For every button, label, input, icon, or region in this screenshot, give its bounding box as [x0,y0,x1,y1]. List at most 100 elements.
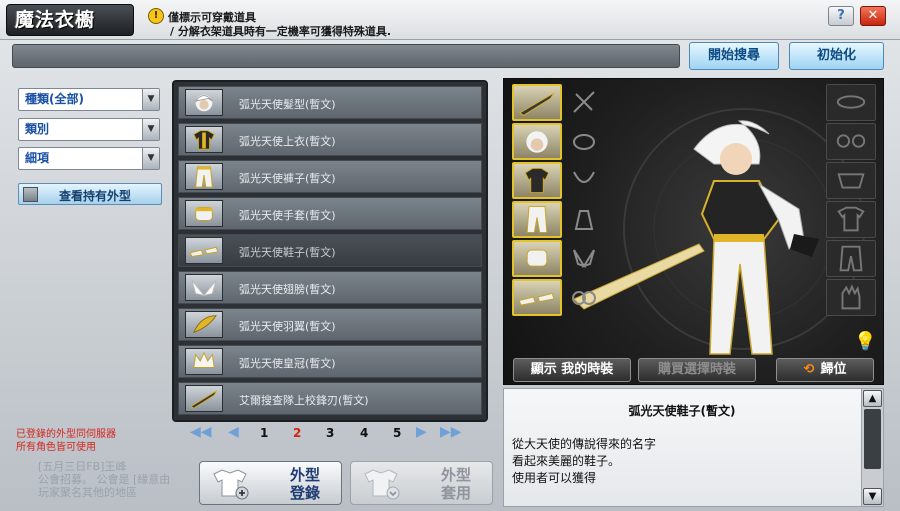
category-dropdown-value: 類別 [25,122,50,136]
type-dropdown[interactable]: 種類(全部) ▼ [18,88,160,111]
item-name: 弧光天使上衣(暫文) [239,135,336,148]
item-name: 弧光天使鞋子(暫文) [239,246,336,259]
page-1[interactable]: 1 [260,426,268,440]
buy-selected-button[interactable]: 購買選擇時裝 [638,358,756,382]
scroll-down-icon[interactable]: ▼ [863,488,882,505]
pager: ◀◀ ◀ 1 2 3 4 5 ▶ ▶▶ [190,424,480,444]
equipped-hair-slot[interactable] [512,123,562,160]
chevron-down-icon[interactable]: ▼ [142,119,159,140]
wing-slot-icon[interactable] [566,240,602,277]
list-item[interactable]: 弧光天使翅膀(暫文) [178,271,482,304]
register-line-2: 登錄 [289,484,320,502]
item-name: 弧光天使褲子(暫文) [239,172,336,185]
description-line-1: 從大天使的傳說得來的名字 [512,437,657,451]
scroll-thumb[interactable] [864,409,881,469]
registered-note-line-2: 所有角色皆可使用 [16,442,96,453]
list-item[interactable]: 弧光天使髮型(暫文) [178,86,482,119]
necklace-slot-icon[interactable] [566,162,602,199]
title-bar: 魔法衣櫥 ! 僅標示可穿戴道具 / 分解衣架道具時有一定機率可獲得特殊道具. ?… [0,0,900,40]
chat-line-1: [五月三日FB]王峰 [38,460,127,473]
trousers-slot-icon[interactable] [826,240,876,277]
description-line-3: 使用者可以獲得 [512,471,597,485]
mask-slot-icon[interactable] [826,162,876,199]
detail-dropdown-value: 細項 [25,151,50,165]
equipped-blade-slot[interactable] [512,84,562,121]
scroll-up-icon[interactable]: ▲ [863,390,882,407]
warning-icon: ! [148,8,164,24]
shirt-apply-icon [364,469,400,500]
page-3[interactable]: 3 [326,426,334,440]
equipped-pants-slot[interactable] [512,201,562,238]
start-search-button[interactable]: 開始搜尋 [689,42,779,70]
description-title: 弧光天使鞋子(暫文) [628,404,736,418]
chevron-down-icon[interactable]: ▼ [142,89,159,110]
page-2[interactable]: 2 [293,426,301,440]
item-name: 艾爾搜查隊上校鋒刃(暫文) [239,394,369,407]
item-name: 弧光天使髮型(暫文) [239,98,336,111]
reset-view-label: 歸位 [820,362,847,377]
crown-icon [185,348,223,375]
face-slot-icon[interactable] [826,84,876,121]
equipped-top-slot[interactable] [512,162,562,199]
shoes-icon [185,237,223,264]
close-button[interactable]: ✕ [860,6,886,26]
detail-dropdown[interactable]: 細項 ▼ [18,147,160,170]
notice-line-2: / 分解衣架道具時有一定機率可獲得特殊道具. [170,25,392,38]
shirt-slot-icon[interactable] [826,201,876,238]
equipped-slot-column [512,84,562,318]
description-scrollbar[interactable]: ▲ ▼ [861,389,883,506]
sword-slot-icon[interactable] [566,84,602,121]
list-item[interactable]: 弧光天使上衣(暫文) [178,123,482,156]
list-item[interactable]: 弧光天使褲子(暫文) [178,160,482,193]
glove-slot-icon[interactable] [826,279,876,316]
ring-slot-icon[interactable] [566,123,602,160]
empty-slot-column [826,84,876,318]
pants-icon [185,163,223,190]
character-preview: 💡 [503,78,884,385]
hair-icon [185,89,223,116]
page-5[interactable]: 5 [393,426,401,440]
item-name: 弧光天使羽翼(暫文) [239,320,336,333]
chevron-down-icon[interactable]: ▼ [142,148,159,169]
prev-page-icon[interactable]: ◀ [228,424,239,442]
register-outfit-label: 外型 登錄 [270,466,340,502]
apply-outfit-label: 外型 套用 [421,466,491,502]
equipped-shoes-slot[interactable] [512,279,562,316]
window-title: 魔法衣櫥 [6,4,134,36]
glasses-slot-icon[interactable] [826,123,876,160]
registered-note-line-1: 已登錄的外型同伺服器 [16,429,116,440]
blade-icon [185,385,223,412]
backpiece-slot-icon[interactable] [566,201,602,238]
list-item[interactable]: 弧光天使手套(暫文) [178,197,482,230]
reset-view-button[interactable]: ⟲ 歸位 [776,358,874,382]
item-description-panel: 弧光天使鞋子(暫文) 從大天使的傳說得來的名字 看起來美麗的鞋子。 使用者可以獲… [503,388,884,507]
equipped-gloves-slot[interactable] [512,240,562,277]
view-owned-toggle[interactable]: 查看持有外型 [18,183,162,205]
wings-icon [185,274,223,301]
apply-line-2: 套用 [440,484,471,502]
first-page-icon[interactable]: ◀◀ [190,424,212,442]
search-input[interactable] [13,45,679,67]
description-line-2: 看起來美麗的鞋子。 [512,454,621,468]
registered-note: 已登錄的外型同伺服器 所有角色皆可使用 [16,428,116,454]
reset-search-button[interactable]: 初始化 [789,42,884,70]
feather-icon [185,311,223,338]
gloves-icon [185,200,223,227]
list-item[interactable]: 弧光天使羽翼(暫文) [178,308,482,341]
last-page-icon[interactable]: ▶▶ [440,424,462,442]
next-page-icon[interactable]: ▶ [416,424,427,442]
item-name: 弧光天使翅膀(暫文) [239,283,336,296]
lightbulb-icon[interactable]: 💡 [854,331,876,352]
register-outfit-button[interactable]: 外型 登錄 [199,461,342,505]
help-button[interactable]: ? [828,6,854,26]
item-list: 弧光天使髮型(暫文) 弧光天使上衣(暫文) 弧光天使褲子(暫文) 弧光天使手套(… [172,80,488,422]
show-my-outfit-button[interactable]: 顯示 我的時裝 [513,358,631,382]
checkbox-icon[interactable] [23,187,38,202]
list-item[interactable]: 艾爾搜查隊上校鋒刃(暫文) [178,382,482,415]
rings-slot-icon[interactable] [566,279,602,316]
page-4[interactable]: 4 [360,426,368,440]
apply-outfit-button[interactable]: 外型 套用 [350,461,493,505]
list-item[interactable]: 弧光天使鞋子(暫文) [178,234,482,267]
category-dropdown[interactable]: 類別 ▼ [18,118,160,141]
list-item[interactable]: 弧光天使皇冠(暫文) [178,345,482,378]
